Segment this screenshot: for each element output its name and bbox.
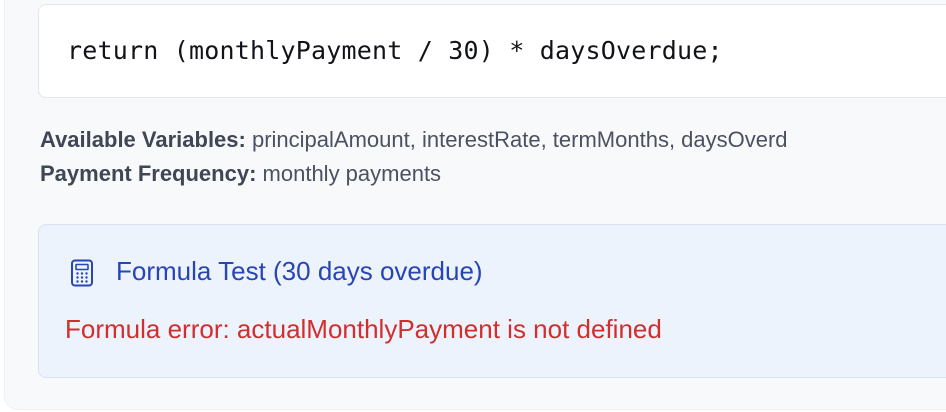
formula-error-message: Formula error: actualMonthlyPayment is n… <box>65 314 662 344</box>
formula-test-panel: Formula Test (30 days overdue) Formula e… <box>38 224 946 378</box>
calculator-icon <box>71 259 93 287</box>
available-variables-value: principalAmount, interestRate, termMonth… <box>251 127 788 152</box>
formula-test-title: Formula Test (30 days overdue) <box>116 256 483 286</box>
available-variables-label: Available Variables: <box>40 127 246 152</box>
formula-code-text: return (monthlyPayment / 30) * daysOverd… <box>67 36 723 65</box>
payment-frequency-line: Payment Frequency: monthly payments <box>40 161 441 187</box>
formula-code-editor[interactable]: return (monthlyPayment / 30) * daysOverd… <box>38 4 946 98</box>
payment-frequency-value: monthly payments <box>262 161 442 186</box>
payment-frequency-label: Payment Frequency: <box>40 161 257 186</box>
available-variables-line: Available Variables: principalAmount, in… <box>40 127 788 153</box>
